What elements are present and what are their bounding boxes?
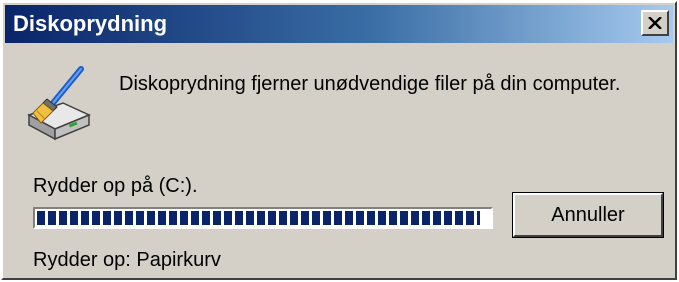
close-icon [648,17,662,29]
progress-fill [37,211,480,225]
disk-cleanup-dialog: Diskoprydning Diskoprydning fjerner unød… [1,1,677,280]
detail-text: Rydder op: Papirkurv [33,249,221,271]
status-text: Rydder op på (C:). [33,175,198,197]
title-bar[interactable]: Diskoprydning [5,5,673,43]
progress-bar [33,207,493,229]
disk-cleanup-icon [23,63,93,143]
description-text: Diskoprydning fjerner unødvendige filer … [119,73,621,95]
window-title: Diskoprydning [13,11,168,36]
cancel-button[interactable]: Annuller [513,193,663,237]
close-button[interactable] [641,10,669,36]
